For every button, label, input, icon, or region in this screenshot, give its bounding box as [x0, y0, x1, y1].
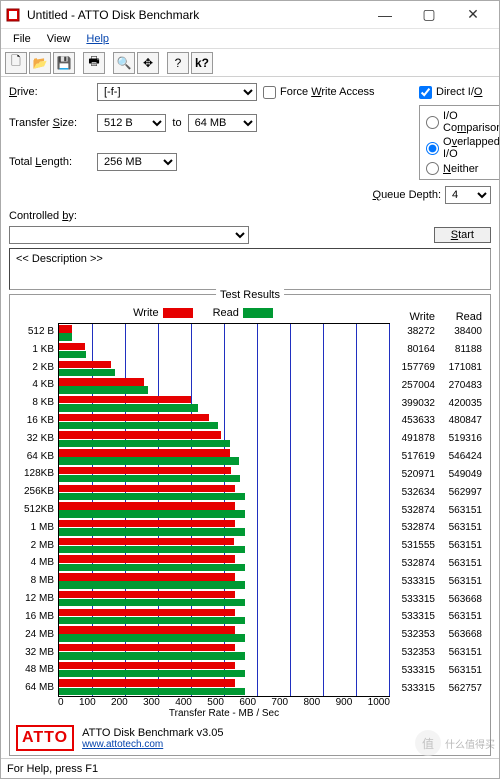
results-panel: Test Results Write Read Write Read 512 B… [9, 294, 491, 756]
toolbar: 🗋 📂 💾 🖶 🔍 ✥ ? k? [1, 49, 499, 77]
product-name: ATTO Disk Benchmark v3.05 [82, 727, 223, 739]
statusbar: For Help, press F1 [1, 758, 499, 778]
chart-canvas [58, 323, 390, 697]
move-icon[interactable]: ✥ [137, 52, 159, 74]
total-length-select[interactable]: 256 MB [97, 153, 177, 171]
drive-label: Drive: [9, 86, 91, 98]
app-window: Untitled - ATTO Disk Benchmark — ▢ ✕ Fil… [0, 0, 500, 779]
read-legend: Read [213, 305, 273, 321]
chart-x-label: Transfer Rate - MB / Sec [58, 708, 390, 719]
write-legend: Write [133, 305, 192, 321]
help-icon[interactable]: ? [167, 52, 189, 74]
read-col-header: Read [439, 311, 486, 323]
queue-depth-label: Queue Depth: [373, 189, 442, 201]
vendor-link[interactable]: www.attotech.com [82, 739, 223, 750]
print-icon[interactable]: 🖶 [83, 52, 105, 74]
minimize-button[interactable]: — [363, 2, 407, 28]
watermark: 值 什么值得买 [415, 730, 495, 756]
force-write-checkbox[interactable]: Force Write Access [263, 86, 413, 99]
total-length-label: Total Length: [9, 156, 91, 168]
save-icon[interactable]: 💾 [53, 52, 75, 74]
direct-io-checkbox[interactable]: Direct I/O [419, 86, 499, 99]
menu-file[interactable]: File [5, 31, 39, 47]
io-comparison-radio[interactable]: I/O Comparison [426, 110, 499, 134]
transfer-to-label: to [172, 117, 181, 129]
content-area: Drive: [-f-] Force Write Access Direct I… [1, 77, 499, 758]
chart-y-labels: 512 B1 KB2 KB4 KB8 KB16 KB32 KB64 KB128K… [14, 323, 56, 697]
overlapped-io-radio[interactable]: Overlapped I/O [426, 136, 499, 160]
transfer-size-label: Transfer Size: [9, 117, 91, 129]
menu-help[interactable]: Help [78, 31, 117, 47]
results-legend: Test Results [216, 289, 284, 301]
controlled-by-label: Controlled by: [9, 210, 77, 222]
write-col-header: Write [392, 311, 439, 323]
queue-depth-select[interactable]: 4 [445, 186, 491, 204]
controlled-by-select[interactable] [9, 226, 249, 244]
titlebar: Untitled - ATTO Disk Benchmark — ▢ ✕ [1, 1, 499, 29]
about-icon[interactable]: k? [191, 52, 213, 74]
close-button[interactable]: ✕ [451, 2, 495, 28]
window-title: Untitled - ATTO Disk Benchmark [27, 8, 363, 22]
preview-icon[interactable]: 🔍 [113, 52, 135, 74]
drive-select[interactable]: [-f-] [97, 83, 257, 101]
chart-x-axis: 01002003004005006007008009001000 [58, 697, 390, 708]
menubar: File View Help [1, 29, 499, 49]
menu-view[interactable]: View [39, 31, 79, 47]
description-box[interactable]: << Description >> [9, 248, 491, 290]
new-icon[interactable]: 🗋 [5, 52, 27, 74]
maximize-button[interactable]: ▢ [407, 2, 451, 28]
transfer-from-select[interactable]: 512 B [97, 114, 166, 132]
atto-logo: ATTO [16, 725, 74, 751]
transfer-to-select[interactable]: 64 MB [188, 114, 257, 132]
app-icon [5, 7, 21, 23]
start-button[interactable]: Start [434, 227, 491, 243]
results-table: 3827238400801648118815776917108125700427… [392, 323, 486, 697]
neither-radio[interactable]: Neither [426, 162, 499, 175]
open-icon[interactable]: 📂 [29, 52, 51, 74]
